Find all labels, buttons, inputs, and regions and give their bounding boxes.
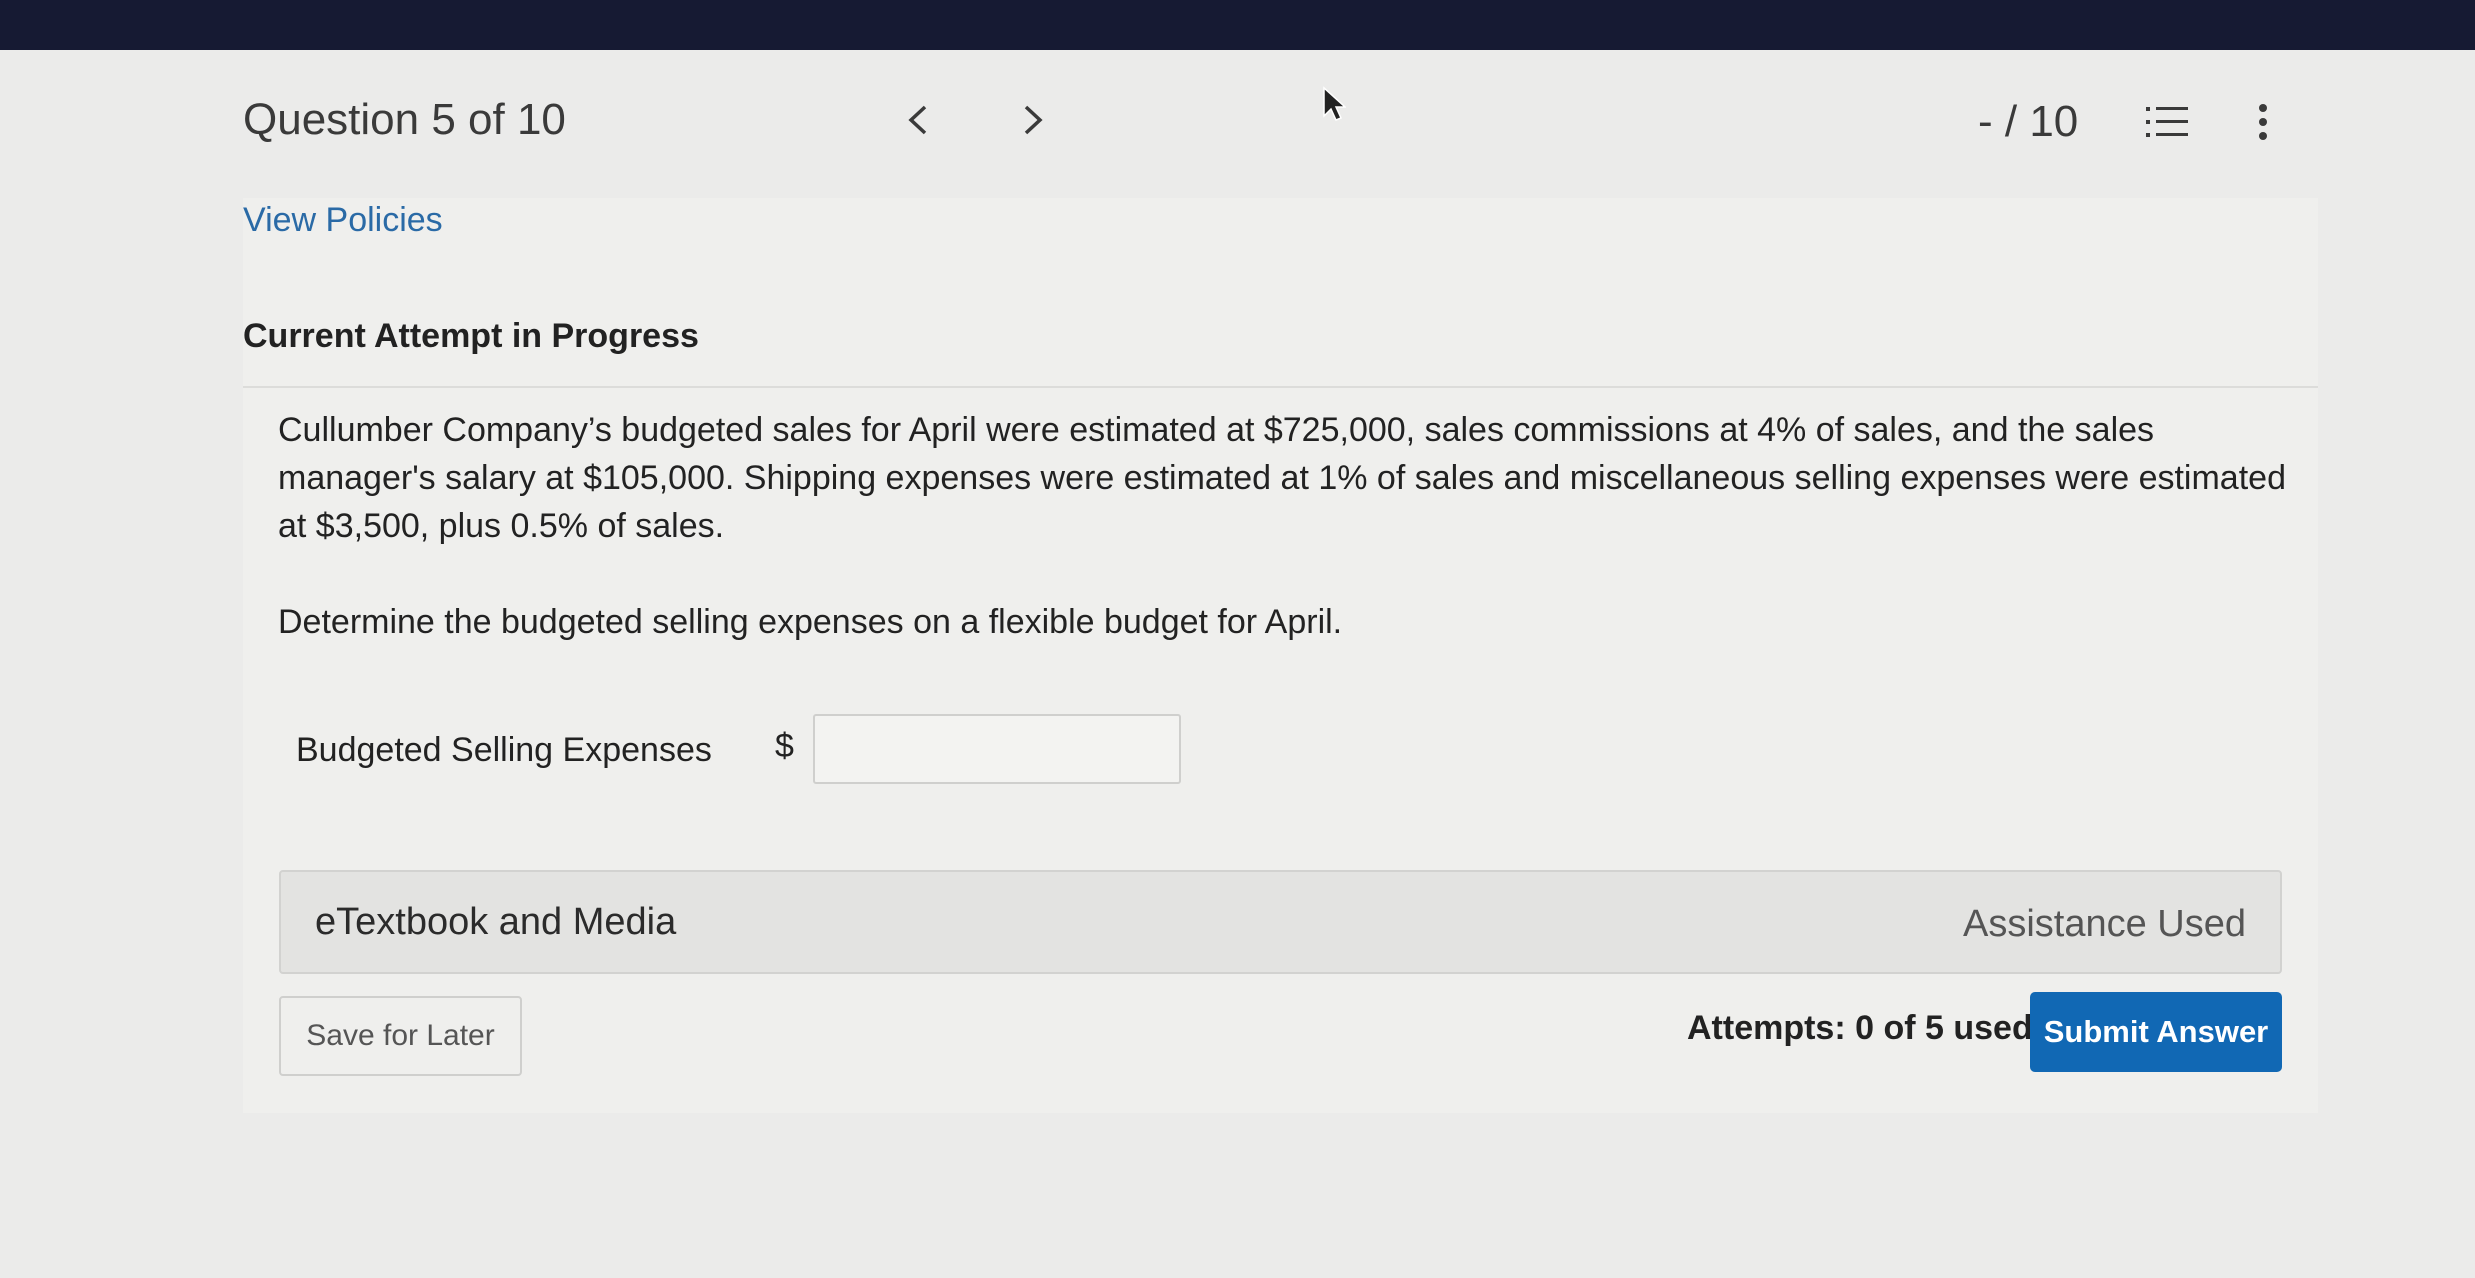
etextbook-label: eTextbook and Media — [315, 901, 677, 943]
answer-label: Budgeted Selling Expenses — [296, 731, 712, 769]
budgeted-selling-expenses-input[interactable] — [813, 714, 1181, 784]
question-score: - / 10 — [1978, 97, 2079, 146]
chevron-right-icon — [1024, 105, 1043, 135]
attempt-status-heading: Current Attempt in Progress — [243, 317, 699, 355]
question-header: Question 5 of 10 - / 10 — [243, 90, 2283, 160]
save-for-later-button[interactable]: Save for Later — [279, 996, 522, 1076]
assistance-used-label: Assistance Used — [1962, 903, 2246, 945]
chevron-left-icon — [908, 105, 927, 135]
numbered-list-icon — [2146, 107, 2188, 137]
more-vertical-icon — [2259, 104, 2267, 140]
previous-question-button[interactable] — [888, 90, 948, 150]
currency-symbol: $ — [775, 727, 794, 765]
view-policies-link[interactable]: View Policies — [243, 196, 443, 244]
submit-answer-button[interactable]: Submit Answer — [2030, 992, 2282, 1072]
etextbook-media-toggle[interactable]: eTextbook and Media Assistance Used — [279, 870, 2282, 974]
attempts-counter: Attempts: 0 of 5 used — [1687, 1009, 2033, 1047]
problem-statement: Cullumber Company’s budgeted sales for A… — [278, 411, 2286, 545]
question-list-button[interactable] — [2138, 94, 2198, 150]
section-divider — [243, 386, 2318, 388]
question-counter: Question 5 of 10 — [243, 95, 566, 144]
question-prompt: Determine the budgeted selling expenses … — [278, 603, 1343, 641]
more-options-button[interactable] — [2243, 94, 2283, 150]
browser-top-bar — [0, 0, 2475, 50]
next-question-button[interactable] — [1003, 90, 1063, 150]
mouse-cursor-icon — [1323, 86, 1346, 121]
